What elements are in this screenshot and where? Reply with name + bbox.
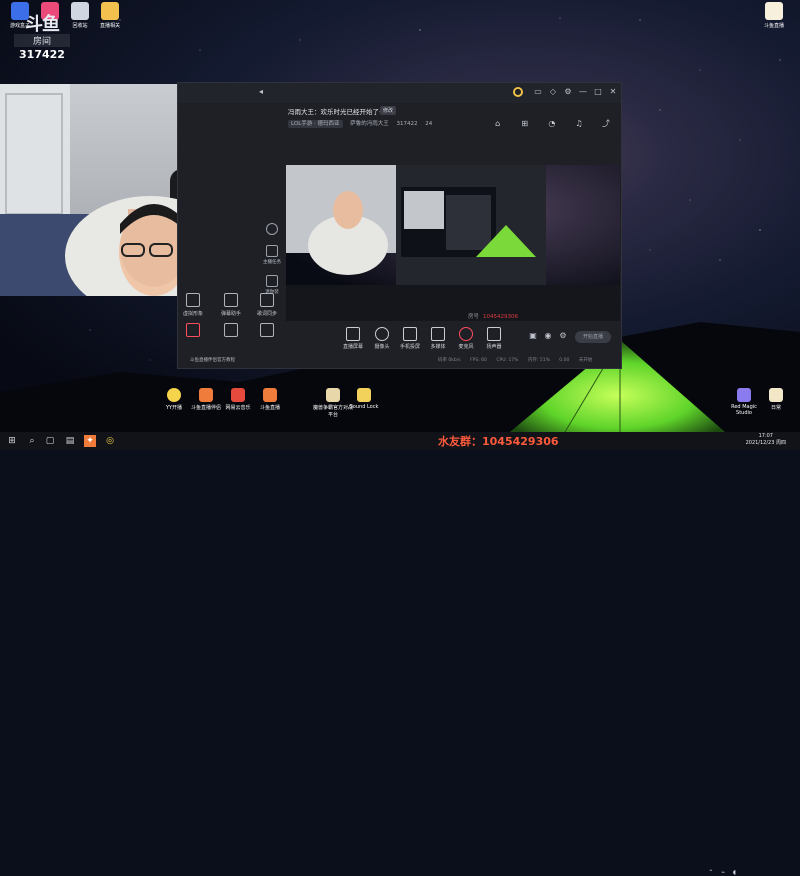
red-magic-icon bbox=[737, 388, 751, 402]
menu-icon-1[interactable]: ▭ bbox=[533, 87, 543, 97]
notify-icon[interactable]: ◔ bbox=[547, 119, 557, 129]
close-icon[interactable]: ✕ bbox=[608, 87, 618, 97]
mini-icon bbox=[266, 275, 278, 287]
status-bar: 码率 0kb/s FPS: 60 CPU: 17% 内存: 51% 0.00 未… bbox=[438, 358, 593, 363]
rail-item-task[interactable]: 主播任务 bbox=[260, 245, 284, 265]
edit-title-button[interactable]: 修改 bbox=[380, 106, 397, 115]
monitor-icon bbox=[346, 327, 360, 341]
taskbar: ⊞ ⌕ ▢ ▤ ✦ ◎ ⌃ ⌁ ◖ bbox=[0, 432, 800, 876]
douyu-logo-glyph: 斗鱼 bbox=[25, 14, 60, 35]
desktop-icon-douyu-right[interactable]: 斗鱼直播 bbox=[748, 2, 800, 29]
settings-icon[interactable]: ⚙ bbox=[558, 331, 568, 341]
room-number-overlay: 317422 bbox=[19, 48, 65, 61]
chevron-left-icon bbox=[266, 223, 278, 235]
yy-icon bbox=[167, 388, 181, 402]
lock-icon bbox=[357, 388, 371, 402]
tool-danmaku[interactable]: 弹幕助手 bbox=[216, 293, 246, 317]
app-titlebar: ◂ ● ▭ ◇ ⚙ — □ ✕ bbox=[178, 83, 621, 103]
taskbar-app-1[interactable]: ▤ bbox=[64, 435, 76, 447]
room-label: 房间 bbox=[14, 34, 70, 47]
fans-count: 24 bbox=[425, 121, 433, 127]
windows-start-icon[interactable]: ⊞ bbox=[6, 435, 18, 447]
category-chip[interactable]: LOL手游 · 德玛西亚 bbox=[288, 120, 343, 128]
ctrl-camera[interactable]: 摄像头 bbox=[370, 327, 394, 350]
document-icon bbox=[769, 388, 783, 402]
chevron-up-icon[interactable]: ⌃ bbox=[708, 869, 713, 876]
music-icon bbox=[231, 388, 245, 402]
system-tray: ⌃ ⌁ ◖ bbox=[702, 869, 736, 876]
volume-icon[interactable]: ◖ bbox=[733, 869, 736, 876]
ctrl-screen[interactable]: 直播屏幕 bbox=[341, 327, 365, 350]
douyu-overlay-logo: 斗鱼 房间 317422 bbox=[14, 16, 70, 61]
folder-icon bbox=[101, 2, 119, 20]
ctrl-mic[interactable]: 麦克风 bbox=[454, 327, 478, 350]
play-icon bbox=[431, 327, 445, 341]
rail-item-collapse[interactable] bbox=[260, 223, 284, 235]
bell-icon[interactable]: ♫ bbox=[574, 119, 584, 129]
desktop-icon-live-folder[interactable]: 直播相关 bbox=[84, 2, 136, 29]
camera-icon bbox=[375, 327, 389, 341]
taskbar-app-douyu[interactable]: ✦ bbox=[84, 435, 96, 447]
douyu-companion-icon bbox=[199, 388, 213, 402]
desktop-icon-douyu-live[interactable]: 斗鱼直播 bbox=[250, 388, 290, 411]
douyu-live-icon bbox=[263, 388, 277, 402]
avatar-tool-icon bbox=[186, 293, 200, 307]
gear-icon[interactable]: ⚙ bbox=[563, 87, 573, 97]
clock-date: 2021/12/23 周四 bbox=[745, 440, 786, 446]
record-icon[interactable]: ▣ bbox=[528, 331, 538, 341]
maximize-icon[interactable]: □ bbox=[593, 87, 603, 97]
microphone-icon bbox=[459, 327, 473, 341]
rail-item-mini[interactable]: 迷你装 bbox=[260, 275, 284, 295]
room-number: 317422 bbox=[396, 121, 418, 127]
app-back-icon[interactable]: ◂ bbox=[256, 87, 266, 97]
live-id: 房号 1045429306 bbox=[468, 314, 519, 320]
task-view-icon[interactable]: ▢ bbox=[44, 435, 56, 447]
streamer-name: 萨鲁的冯雨大王 bbox=[350, 121, 389, 127]
tool-4[interactable] bbox=[178, 323, 208, 340]
taskbar-app-3[interactable]: ◎ bbox=[104, 435, 116, 447]
ctrl-speaker[interactable]: 扬声器 bbox=[482, 327, 506, 350]
room-title: 冯雨大王：欢乐时光已经开始了～ bbox=[288, 108, 386, 116]
phone-icon bbox=[403, 327, 417, 341]
store-icon[interactable]: ⊞ bbox=[520, 119, 530, 129]
avatar[interactable]: ● bbox=[513, 87, 523, 97]
ctrl-media[interactable]: 多媒体 bbox=[426, 327, 450, 350]
tool-virtual-avatar[interactable]: 虚拟形象 bbox=[178, 293, 208, 317]
tutorial-notice[interactable]: 斗鱼直播伴侣官方教程 bbox=[190, 357, 235, 363]
ctrl-phone-cast[interactable]: 手机投屏 bbox=[398, 327, 422, 350]
streaming-app-window: ◂ ● ▭ ◇ ⚙ — □ ✕ 冯雨大王：欢乐时光已经开始了～ 修改 LOL手游… bbox=[177, 82, 622, 369]
tool-5[interactable] bbox=[216, 323, 246, 340]
tool-6[interactable] bbox=[252, 323, 282, 340]
danmaku-icon bbox=[224, 293, 238, 307]
stream-preview[interactable] bbox=[286, 165, 620, 313]
search-icon[interactable]: ⌕ bbox=[26, 435, 38, 447]
douyu-icon bbox=[765, 2, 783, 20]
cube-icon bbox=[260, 323, 274, 337]
warcraft-icon bbox=[326, 388, 340, 402]
lyrics-icon bbox=[260, 293, 274, 307]
tool-lyrics[interactable]: 歌词同步 bbox=[252, 293, 282, 317]
clock-time: 17:07 bbox=[758, 433, 773, 439]
share-icon[interactable]: ⤴ bbox=[601, 119, 611, 129]
minimize-icon[interactable]: — bbox=[578, 87, 588, 97]
network-icon[interactable]: ⌁ bbox=[721, 869, 725, 876]
desktop-icon-sound-lock[interactable]: Sound Lock bbox=[344, 388, 384, 410]
hot-tool-icon bbox=[186, 323, 200, 337]
clock[interactable]: 17:07 2021/12/23 周四 bbox=[746, 433, 786, 447]
gift-icon[interactable]: ⌂ bbox=[493, 119, 503, 129]
download-icon bbox=[224, 323, 238, 337]
menu-icon-2[interactable]: ◇ bbox=[548, 87, 558, 97]
top-right-actions: ⌂ ⊞ ◔ ♫ ⤴ bbox=[481, 111, 611, 130]
eye-icon[interactable]: ◉ bbox=[543, 331, 553, 341]
speaker-icon bbox=[487, 327, 501, 341]
desktop-icon-daily[interactable]: 日常 bbox=[756, 388, 796, 411]
task-icon bbox=[266, 245, 278, 257]
room-info-row: LOL手游 · 德玛西亚 萨鲁的冯雨大王 317422 24 bbox=[288, 119, 438, 128]
preview-scene bbox=[286, 165, 620, 313]
preview-toolbar bbox=[286, 313, 620, 321]
qq-group-banner: 水友群：1045429306 bbox=[438, 435, 559, 448]
start-live-button[interactable]: 开始直播 bbox=[575, 331, 611, 343]
